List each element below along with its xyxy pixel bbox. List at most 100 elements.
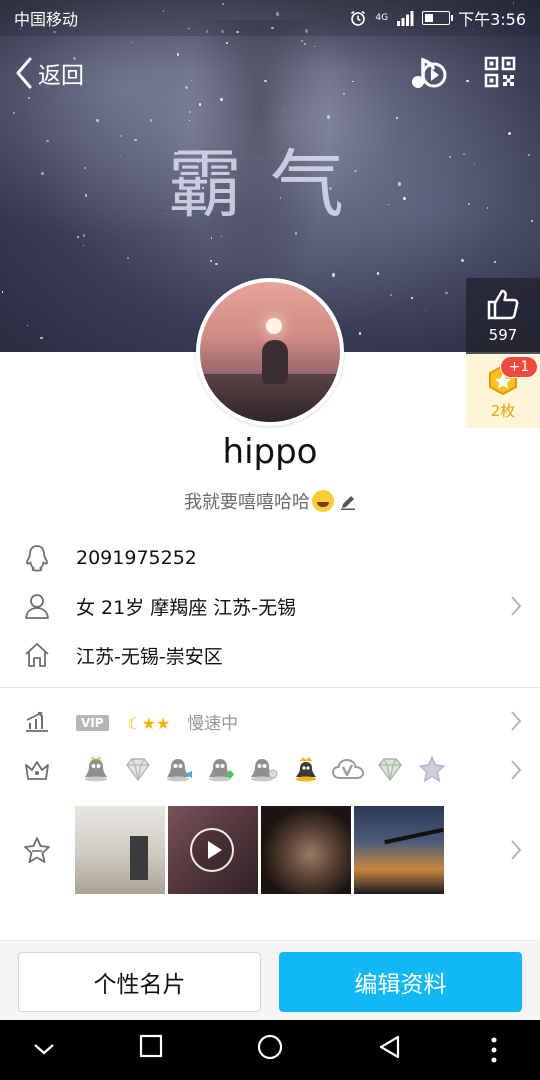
- badge-count: 2枚: [490, 402, 516, 420]
- cover-star: [1, 291, 3, 293]
- carrier-name: 中国移动: [14, 10, 79, 29]
- back-label: 返回: [38, 63, 84, 89]
- music-button[interactable]: [410, 56, 448, 96]
- chevron-left-icon: [16, 57, 32, 89]
- section-divider: [0, 687, 540, 688]
- cover-star: [84, 193, 88, 197]
- video-thumbnail[interactable]: [168, 806, 258, 894]
- penguin-medal-icon: [78, 752, 114, 786]
- status-icons: 4G 下午3:56: [349, 6, 526, 30]
- status-bar: 中国移动 4G 下午3:56: [0, 0, 540, 36]
- like-button[interactable]: 597: [466, 278, 540, 354]
- qr-code-button[interactable]: [484, 56, 516, 92]
- cover-star: [463, 152, 466, 155]
- crown-icon: [22, 755, 52, 785]
- hometown: 江苏-无锡-崇安区: [76, 645, 223, 668]
- cover-star: [326, 115, 330, 119]
- qq-number-row[interactable]: 2091975252: [0, 534, 540, 582]
- medal-strip: [78, 752, 450, 786]
- alarm-icon: [351, 10, 366, 26]
- penguin-fish-medal-icon: [162, 752, 198, 786]
- vip-speed-status: 慢速中: [187, 713, 239, 734]
- cloud-v-medal-icon: [330, 752, 366, 786]
- cover-star: [261, 158, 263, 160]
- system-nav-bar: [0, 1020, 540, 1080]
- battery-icon: [422, 11, 454, 25]
- photo-thumbnail-sunset[interactable]: [354, 806, 444, 894]
- cover-star: [119, 134, 122, 137]
- personal-card-button[interactable]: 个性名片: [18, 952, 261, 1012]
- cover-star: [95, 119, 99, 123]
- level-chart-icon: [22, 706, 52, 736]
- cover-star: [300, 39, 303, 43]
- cover-star: [149, 119, 152, 122]
- like-count: 597: [488, 326, 518, 344]
- back-triangle-icon[interactable]: [378, 1034, 402, 1060]
- vip-info: VIP ☾★★ 慢速中: [76, 709, 238, 734]
- avatar-sun: [266, 318, 282, 334]
- vip-level-row[interactable]: VIP ☾★★ 慢速中: [0, 697, 540, 745]
- cover-star: [215, 262, 218, 266]
- cover-star: [174, 151, 178, 155]
- photo-door: [130, 836, 148, 880]
- star-medal-icon: [414, 752, 450, 786]
- photo-thumbnail-portrait[interactable]: [261, 806, 351, 894]
- cover-star: [189, 111, 191, 113]
- cover-star: [82, 234, 86, 237]
- nav-bar: 返回: [0, 48, 540, 100]
- cover-star: [46, 139, 49, 143]
- edit-pencil-icon[interactable]: [340, 494, 356, 515]
- cover-star: [197, 161, 199, 163]
- cover-art-text: 霸气: [168, 142, 372, 228]
- person-icon: [22, 591, 52, 621]
- recent-apps-icon[interactable]: [139, 1034, 163, 1058]
- edit-profile-button[interactable]: 编辑资料: [279, 952, 522, 1012]
- chevron-right-icon: [511, 711, 522, 731]
- cover-star: [40, 336, 43, 339]
- diamond-medal-icon: [120, 752, 156, 786]
- grin-emoji-icon: [312, 490, 334, 512]
- chevron-right-icon: [511, 596, 522, 616]
- cover-star: [530, 219, 533, 223]
- cover-star: [126, 257, 129, 259]
- diamond-medal-icon: [372, 752, 408, 786]
- cover-star: [410, 296, 413, 299]
- photo-plane-wing: [384, 827, 444, 845]
- cover-star: [82, 244, 84, 246]
- penguin-medal-icon: [246, 752, 282, 786]
- cover-star: [390, 294, 392, 296]
- hide-keyboard-chevron-icon[interactable]: [32, 1040, 56, 1058]
- cover-star: [331, 273, 336, 277]
- avatar[interactable]: [196, 278, 344, 426]
- chevron-right-icon: [511, 840, 522, 860]
- home-circle-icon[interactable]: [257, 1034, 283, 1060]
- signal-icon: [397, 11, 414, 26]
- cover-star: [376, 272, 379, 275]
- thumbs-up-icon: [487, 289, 519, 320]
- home-icon: [22, 640, 52, 670]
- action-bar: 个性名片 编辑资料: [0, 940, 540, 1020]
- basic-info-row[interactable]: 女 21岁 摩羯座 江苏-无锡: [0, 582, 540, 630]
- cover-star: [294, 232, 297, 235]
- crown-penguin-medal-icon: [288, 752, 324, 786]
- clock: 下午3:56: [458, 10, 526, 29]
- photo-strip: [75, 806, 444, 894]
- signature[interactable]: 我就要嘻嘻哈哈: [0, 488, 540, 515]
- cover-star: [528, 154, 530, 156]
- network-type: 4G: [375, 13, 389, 23]
- more-options-icon[interactable]: [490, 1036, 498, 1064]
- cover-star: [41, 172, 44, 176]
- cover-star: [134, 139, 137, 142]
- level-moon-stars-icon: ☾★★: [127, 713, 171, 733]
- star-outline-icon: [22, 835, 52, 865]
- back-button[interactable]: 返回: [14, 56, 84, 90]
- username: hippo: [222, 432, 318, 472]
- penguin-gem-medal-icon: [204, 752, 240, 786]
- music-note-icon: [412, 57, 447, 88]
- avatar-person: [262, 340, 288, 384]
- qq-number: 2091975252: [76, 547, 197, 569]
- photo-thumbnail-room[interactable]: [75, 806, 165, 894]
- play-icon: [190, 828, 234, 872]
- penguin-icon: [22, 543, 52, 573]
- cover-star: [220, 235, 223, 237]
